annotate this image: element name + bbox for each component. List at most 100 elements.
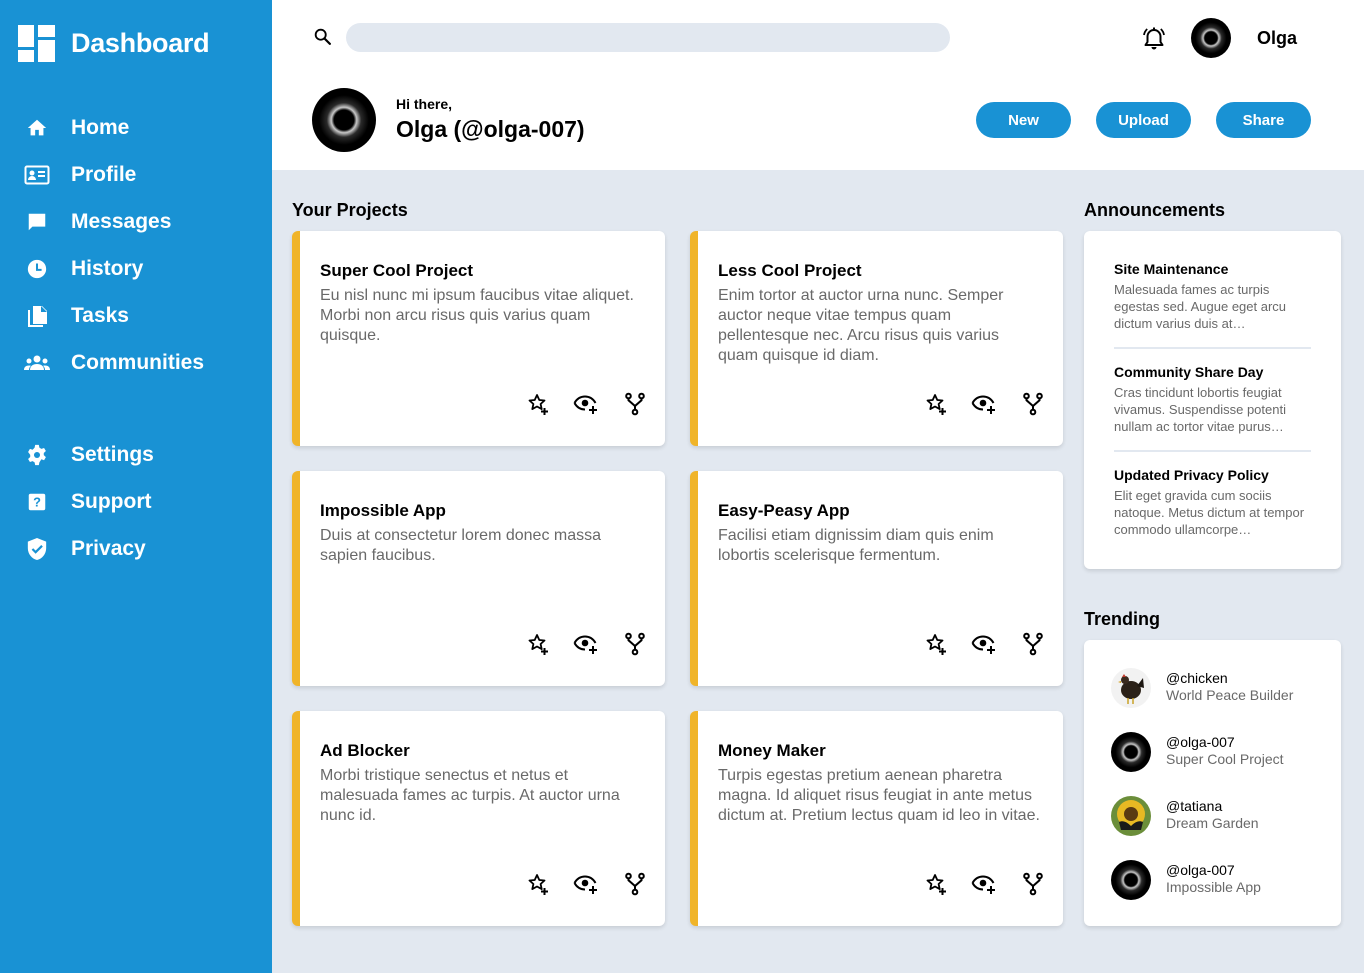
- sidebar-item-messages[interactable]: Messages: [24, 206, 171, 238]
- star-plus-icon[interactable]: [525, 871, 551, 897]
- announcement-text: Elit eget gravida cum sociis natoque. Me…: [1114, 488, 1305, 537]
- eclipse-avatar: [1111, 732, 1151, 772]
- sidebar-item-label: Privacy: [71, 537, 146, 560]
- trending-handle: @olga-007: [1166, 734, 1235, 750]
- new-button[interactable]: New: [976, 102, 1071, 138]
- trending-subtitle: Dream Garden: [1166, 815, 1259, 831]
- fork-icon[interactable]: [1020, 871, 1046, 897]
- trending-handle: @chicken: [1166, 670, 1228, 686]
- project-card[interactable]: Less Cool Project Enim tortor at auctor u…: [690, 231, 1063, 446]
- divider: [1114, 450, 1311, 452]
- sidebar-item-label: History: [71, 257, 144, 280]
- sidebar-item-label: Tasks: [71, 304, 129, 327]
- trending-item[interactable]: @tatiana Dream Garden: [1111, 796, 1321, 836]
- trending-title: Trending: [1084, 609, 1160, 629]
- eye-plus-icon[interactable]: [971, 871, 997, 897]
- sidebar-item-support[interactable]: ? Support: [24, 486, 151, 518]
- project-card[interactable]: Money Maker Turpis egestas pretium aenean…: [690, 711, 1063, 926]
- announcement-item[interactable]: Community Share Day Cras tincidunt lobor…: [1114, 364, 1311, 435]
- trending-subtitle: World Peace Builder: [1166, 687, 1294, 703]
- people-icon: [24, 350, 50, 376]
- trending-subtitle: Super Cool Project: [1166, 751, 1284, 767]
- star-plus-icon[interactable]: [923, 631, 949, 657]
- search-input[interactable]: [346, 23, 950, 52]
- eye-plus-icon[interactable]: [573, 871, 599, 897]
- star-plus-icon[interactable]: [525, 391, 551, 417]
- sidebar-item-profile[interactable]: Profile: [24, 159, 136, 191]
- sidebar-item-label: Profile: [71, 163, 137, 186]
- sunflower-avatar: [1111, 796, 1151, 836]
- project-description: Turpis egestas pretium aenean pharetra m…: [718, 767, 1040, 824]
- project-title[interactable]: Easy-Peasy App: [718, 501, 850, 521]
- sidebar: Dashboard Home Profile Messages History …: [0, 0, 272, 973]
- greeting: Hi there,: [396, 96, 453, 112]
- project-description: Duis at consectetur lorem donec massa sa…: [320, 527, 602, 564]
- fork-icon[interactable]: [1020, 631, 1046, 657]
- sidebar-item-label: Messages: [71, 210, 172, 233]
- star-plus-icon[interactable]: [923, 391, 949, 417]
- divider: [1114, 347, 1311, 349]
- eye-plus-icon[interactable]: [971, 631, 997, 657]
- fork-icon[interactable]: [1020, 391, 1046, 417]
- sidebar-item-home[interactable]: Home: [24, 112, 129, 144]
- eye-plus-icon[interactable]: [971, 391, 997, 417]
- eye-plus-icon[interactable]: [573, 631, 599, 657]
- trending-item[interactable]: @chicken World Peace Builder: [1111, 668, 1321, 708]
- eye-plus-icon[interactable]: [573, 391, 599, 417]
- fork-icon[interactable]: [622, 631, 648, 657]
- upload-button[interactable]: Upload: [1096, 102, 1191, 138]
- clock-icon: [24, 256, 50, 282]
- help-icon: ?: [24, 489, 50, 515]
- search-icon[interactable]: [312, 26, 334, 53]
- star-plus-icon[interactable]: [923, 871, 949, 897]
- brand[interactable]: Dashboard: [18, 25, 210, 62]
- project-card[interactable]: Impossible App Duis at consectetur lorem …: [292, 471, 665, 686]
- user-avatar[interactable]: [1191, 18, 1231, 58]
- sidebar-item-tasks[interactable]: Tasks: [24, 300, 129, 332]
- dashboard-logo-icon: [18, 25, 55, 62]
- profile-full-name: Olga (@olga-007): [396, 116, 585, 142]
- project-description: Enim tortor at auctor urna nunc. Semper …: [718, 287, 1004, 364]
- svg-text:?: ?: [33, 495, 41, 510]
- project-title[interactable]: Money Maker: [718, 741, 826, 761]
- home-icon: [24, 115, 50, 141]
- announcement-item[interactable]: Updated Privacy Policy Elit eget gravida…: [1114, 467, 1311, 538]
- star-plus-icon[interactable]: [525, 631, 551, 657]
- trending-handle: @tatiana: [1166, 798, 1223, 814]
- sidebar-item-label: Support: [71, 490, 152, 513]
- trending-panel: @chicken World Peace Builder @olga-007 S…: [1084, 640, 1341, 926]
- sidebar-item-privacy[interactable]: Privacy: [24, 533, 146, 565]
- sidebar-item-label: Communities: [71, 351, 205, 374]
- announcement-item[interactable]: Site Maintenance Malesuada fames ac turp…: [1114, 261, 1311, 332]
- fork-icon[interactable]: [622, 391, 648, 417]
- trending-item[interactable]: @olga-007 Super Cool Project: [1111, 732, 1321, 772]
- project-title[interactable]: Impossible App: [320, 501, 446, 521]
- sidebar-item-settings[interactable]: Settings: [24, 439, 154, 471]
- header-username[interactable]: Olga: [1257, 28, 1297, 49]
- sidebar-item-communities[interactable]: Communities: [24, 347, 204, 379]
- header: Olga Hi there, Olga (@olga-007) New Uplo…: [272, 0, 1364, 170]
- announcement-title: Site Maintenance: [1114, 261, 1229, 277]
- project-card[interactable]: Ad Blocker Morbi tristique senectus et ne…: [292, 711, 665, 926]
- fork-icon[interactable]: [622, 871, 648, 897]
- brand-title: Dashboard: [71, 28, 210, 58]
- project-description: Eu nisl nunc mi ipsum faucibus vitae ali…: [320, 287, 634, 344]
- shield-icon: [24, 536, 50, 562]
- trending-item[interactable]: @olga-007 Impossible App: [1111, 860, 1321, 900]
- announcements-panel: Site Maintenance Malesuada fames ac turp…: [1084, 231, 1341, 569]
- profile-avatar: [312, 88, 376, 152]
- projects-title: Your Projects: [292, 200, 408, 220]
- project-title[interactable]: Ad Blocker: [320, 741, 410, 761]
- project-description: Morbi tristique senectus et netus et mal…: [320, 767, 620, 824]
- trending-subtitle: Impossible App: [1166, 879, 1261, 895]
- sidebar-item-label: Home: [71, 116, 130, 139]
- project-card[interactable]: Super Cool Project Eu nisl nunc mi ipsum …: [292, 231, 665, 446]
- eclipse-avatar: [1111, 860, 1151, 900]
- project-title[interactable]: Less Cool Project: [718, 261, 862, 281]
- project-title[interactable]: Super Cool Project: [320, 261, 473, 281]
- notification-bell-icon[interactable]: [1141, 26, 1167, 57]
- share-button[interactable]: Share: [1216, 102, 1311, 138]
- announcement-text: Malesuada fames ac turpis egestas sed. A…: [1114, 282, 1287, 331]
- sidebar-item-history[interactable]: History: [24, 253, 143, 285]
- project-card[interactable]: Easy-Peasy App Facilisi etiam dignissim d…: [690, 471, 1063, 686]
